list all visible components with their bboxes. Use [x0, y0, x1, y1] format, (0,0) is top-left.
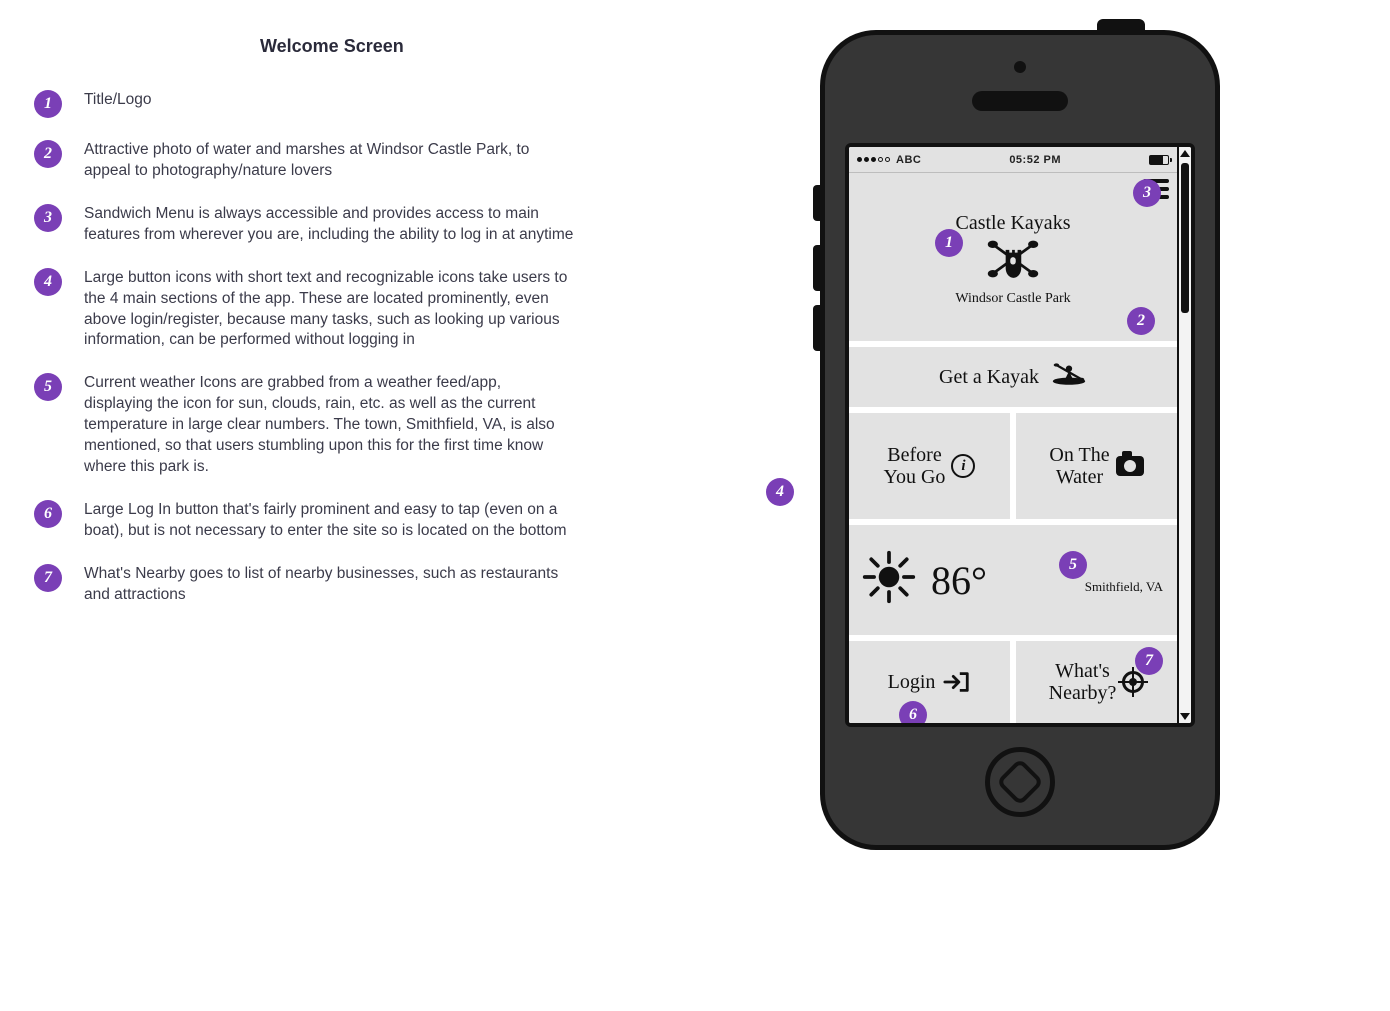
castle-paddles-logo-icon: [985, 237, 1041, 287]
get-kayak-button[interactable]: Get a Kayak: [849, 347, 1177, 407]
phone-frame: ABC 05:52 PM Castle Kayaks: [820, 30, 1220, 850]
on-the-water-label-1: On The: [1049, 444, 1109, 466]
app-screen: ABC 05:52 PM Castle Kayaks: [849, 147, 1177, 723]
info-icon: i: [951, 454, 975, 478]
annotation-bullet: 1: [34, 90, 62, 118]
callout-bullet-3: 3: [1133, 179, 1161, 207]
sun-icon: [861, 549, 917, 611]
get-kayak-label: Get a Kayak: [939, 366, 1039, 389]
front-camera: [1014, 61, 1026, 73]
on-the-water-label-2: Water: [1049, 466, 1109, 488]
signal-dots-icon: [857, 157, 890, 162]
callout-bullet-1: 1: [935, 229, 963, 257]
mute-switch-nub: [813, 185, 825, 221]
page-title: Welcome Screen: [260, 36, 404, 57]
annotation-text: Attractive photo of water and marshes at…: [84, 140, 574, 182]
tile-grid: Castle Kayaks: [849, 173, 1177, 723]
annotation-bullet: 3: [34, 204, 62, 232]
kayaker-icon: [1051, 361, 1087, 393]
annotation-row: 6 Large Log In button that's fairly prom…: [34, 500, 594, 542]
annotation-list: 1 Title/Logo 2 Attractive photo of water…: [34, 90, 594, 628]
weather-tile[interactable]: 86° Smithfield, VA: [849, 525, 1177, 635]
weather-temperature: 86°: [931, 557, 987, 604]
annotation-row: 4 Large button icons with short text and…: [34, 268, 594, 352]
before-you-go-label-1: Before: [884, 444, 946, 466]
annotation-text: Large button icons with short text and r…: [84, 268, 574, 352]
home-button[interactable]: [985, 747, 1055, 817]
power-button-nub: [1097, 19, 1145, 35]
annotation-bullet: 2: [34, 140, 62, 168]
annotation-text: Large Log In button that's fairly promin…: [84, 500, 574, 542]
camera-icon: [1116, 456, 1144, 476]
battery-icon: [1149, 155, 1169, 165]
app-subtitle: Windsor Castle Park: [955, 291, 1070, 307]
annotation-bullet: 5: [34, 373, 62, 401]
volume-down-nub: [813, 305, 825, 351]
annotation-row: 3 Sandwich Menu is always accessible and…: [34, 204, 594, 246]
login-button[interactable]: Login: [849, 641, 1010, 723]
callout-bullet-2: 2: [1127, 307, 1155, 335]
app-title: Castle Kayaks: [956, 212, 1071, 235]
scroll-up-icon[interactable]: [1180, 150, 1190, 157]
whats-nearby-label-1: What's: [1049, 660, 1117, 682]
callout-bullet-4: 4: [766, 478, 794, 506]
annotation-row: 7 What's Nearby goes to list of nearby b…: [34, 564, 594, 606]
scroll-thumb[interactable]: [1181, 163, 1189, 313]
annotation-bullet: 6: [34, 500, 62, 528]
speaker-grill: [972, 91, 1068, 111]
status-bar: ABC 05:52 PM: [849, 147, 1177, 173]
status-time: 05:52 PM: [1009, 154, 1061, 166]
scrollbar[interactable]: [1177, 147, 1191, 723]
annotation-text: What's Nearby goes to list of nearby bus…: [84, 564, 574, 606]
carrier-label: ABC: [896, 154, 921, 166]
volume-up-nub: [813, 245, 825, 291]
weather-location: Smithfield, VA: [1085, 579, 1163, 595]
login-arrow-icon: [943, 670, 971, 694]
annotation-text: Title/Logo: [84, 90, 152, 111]
callout-bullet-5: 5: [1059, 551, 1087, 579]
scroll-down-icon[interactable]: [1180, 713, 1190, 720]
annotation-row: 1 Title/Logo: [34, 90, 594, 118]
annotation-bullet: 7: [34, 564, 62, 592]
annotation-row: 2 Attractive photo of water and marshes …: [34, 140, 594, 182]
screen-bezel: ABC 05:52 PM Castle Kayaks: [845, 143, 1195, 727]
whats-nearby-label-2: Nearby?: [1049, 682, 1117, 704]
annotation-text: Current weather Icons are grabbed from a…: [84, 373, 574, 478]
status-left: ABC: [857, 154, 921, 166]
before-you-go-label-2: You Go: [884, 466, 946, 488]
login-label: Login: [888, 671, 936, 694]
on-the-water-button[interactable]: On The Water: [1016, 413, 1177, 519]
before-you-go-button[interactable]: Before You Go i: [849, 413, 1010, 519]
crosshair-icon: [1122, 671, 1144, 693]
annotation-row: 5 Current weather Icons are grabbed from…: [34, 373, 594, 478]
annotation-bullet: 4: [34, 268, 62, 296]
callout-bullet-6: 6: [899, 701, 927, 727]
callout-bullet-7: 7: [1135, 647, 1163, 675]
annotation-text: Sandwich Menu is always accessible and p…: [84, 204, 574, 246]
